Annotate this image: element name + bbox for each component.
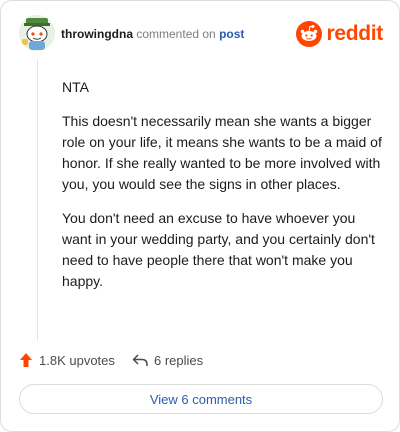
reply-arrow-icon	[132, 353, 148, 367]
reddit-wordmark: reddit	[326, 22, 383, 45]
reddit-logo-icon	[296, 21, 323, 47]
reddit-logo[interactable]: reddit	[296, 21, 383, 47]
comment-paragraph: You don't need an excuse to have whoever…	[62, 210, 375, 289]
snoo-avatar-icon	[19, 15, 55, 51]
user-avatar[interactable]	[19, 15, 55, 51]
comment-paragraph: This doesn't necessarily mean she wants …	[62, 113, 382, 192]
byline-action-text: commented on	[136, 27, 216, 41]
comment-body: NTA This doesn't necessarily mean she wa…	[62, 77, 384, 305]
comment-card: throwingdna commented on post reddit NTA…	[0, 0, 400, 432]
comment-byline: throwingdna commented on post	[61, 27, 244, 41]
upvote-arrow-icon	[19, 352, 33, 368]
view-comments-button[interactable]: View 6 comments	[19, 384, 383, 414]
reply-count: 6 replies	[154, 352, 204, 368]
post-link[interactable]: post	[219, 27, 244, 41]
comment-paragraph: NTA	[62, 79, 89, 95]
upvote-count: 1.8K upvotes	[39, 352, 115, 368]
replies-button[interactable]: 6 replies	[132, 349, 203, 371]
thread-line	[37, 59, 38, 341]
comment-actions: 1.8K upvotes 6 replies	[19, 349, 379, 371]
upvote-button[interactable]: 1.8K upvotes	[19, 349, 115, 371]
comment-header: throwingdna commented on post reddit	[19, 15, 387, 55]
username-link[interactable]: throwingdna	[61, 27, 133, 41]
